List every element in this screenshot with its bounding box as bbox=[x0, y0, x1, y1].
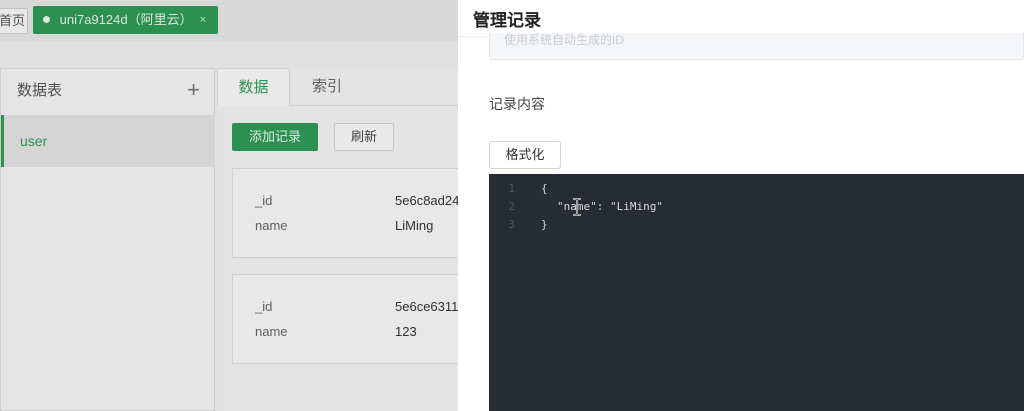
json-editor[interactable]: 1 2 3 { "name": "LiMing" } bbox=[489, 174, 1024, 411]
code-line[interactable]: } bbox=[541, 218, 548, 231]
record-content-label: 记录内容 bbox=[489, 96, 545, 112]
line-number: 2 bbox=[508, 200, 515, 213]
record-id-input[interactable]: 使用系统自动生成的ID bbox=[489, 33, 1024, 60]
line-number: 1 bbox=[508, 182, 515, 195]
record-id-placeholder: 使用系统自动生成的ID bbox=[504, 33, 625, 47]
modal-overlay[interactable] bbox=[0, 0, 458, 411]
format-button[interactable]: 格式化 bbox=[489, 141, 561, 169]
console-background: 首页 uni7a9124d（阿里云） × 数据表 + user 数据 索引 添加… bbox=[0, 0, 458, 411]
line-number: 3 bbox=[508, 218, 515, 231]
manage-record-drawer: 管理记录 使用系统自动生成的ID 记录内容 格式化 1 2 3 { "name"… bbox=[458, 0, 1024, 411]
code-line[interactable]: { bbox=[541, 182, 548, 195]
drawer-title: 管理记录 bbox=[473, 11, 541, 30]
text-cursor-icon bbox=[573, 198, 581, 216]
